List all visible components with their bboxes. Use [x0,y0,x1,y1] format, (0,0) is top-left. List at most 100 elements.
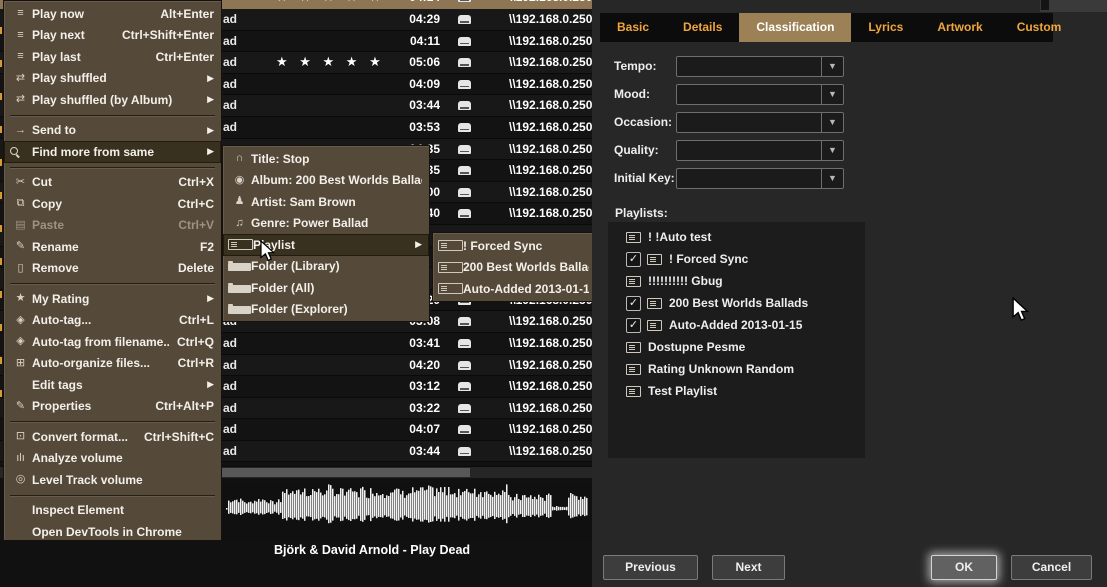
playlist-list-item[interactable]: 200 Best Worlds Ballads [608,292,865,314]
menu-item-label: Cut [32,175,170,189]
track-path: \\192.168.0.250 [509,98,592,112]
ok-button[interactable]: OK [931,555,997,580]
menu-item-label: Level Track volume [32,473,214,487]
menu-item[interactable]: Playlist ▶ [223,234,429,256]
tab[interactable]: Classification [739,13,851,42]
left-edge-tick [0,225,2,232]
menu-item[interactable]: ✎ Properties Ctrl+Alt+P [4,396,221,418]
left-edge-tick [0,60,2,67]
window-titlebar-fragment [1040,0,1107,12]
menu-item[interactable]: ★ My Rating ▶ [4,288,221,310]
track-path: \\192.168.0.250 [509,12,592,26]
menu-item[interactable]: ≡ Play now Alt+Enter [4,3,221,25]
menu-item[interactable]: Inspect Element [4,500,221,522]
chevron-down-icon[interactable]: ▼ [821,57,843,76]
dropdown-select[interactable]: ▼ [676,168,844,189]
menu-item-label: Play now [32,7,152,21]
playlist-name: Rating Unknown Random [648,362,794,376]
track-path: \\192.168.0.250 [509,336,592,350]
playlist-list-item[interactable]: !!!!!!!!!! Gbug [608,270,865,292]
checkbox[interactable] [626,296,641,311]
menu-item[interactable] [4,491,221,500]
menu-item[interactable]: ▤ Paste Ctrl+V [4,215,221,237]
menu-item[interactable]: ⧉ Copy Ctrl+C [4,193,221,215]
menu-item[interactable]: ◉ Album: 200 Best Worlds Ballads [223,170,429,192]
tab[interactable]: Custom [1000,13,1079,42]
menu-item[interactable] [4,163,221,172]
chevron-down-icon[interactable]: ▼ [821,113,843,132]
menu-item[interactable] [4,279,221,288]
menu-item[interactable]: Folder (Library) [223,256,429,278]
menu-item-label: Album: 200 Best Worlds Ballads [251,173,422,187]
next-button[interactable]: Next [712,555,785,580]
menu-item[interactable]: ♟ Artist: Sam Brown [223,191,429,213]
waveform-seekbar[interactable] [222,482,592,540]
drive-icon [458,425,471,434]
menu-item[interactable]: Open DevTools in Chrome [4,521,221,543]
chevron-down-icon[interactable]: ▼ [821,169,843,188]
previous-button[interactable]: Previous [603,555,698,580]
tab[interactable]: Basic [600,13,666,42]
menu-item[interactable]: ≡ Play next Ctrl+Shift+Enter [4,25,221,47]
menu-item[interactable]: ∩ Title: Stop [223,148,429,170]
menu-item[interactable]: ⊡ Convert format... Ctrl+Shift+C [4,426,221,448]
playlist-list-item[interactable]: Test Playlist [608,380,865,402]
track-rating[interactable]: ★ ★ ★ ★ ★ [276,0,385,5]
menu-item[interactable]: ◎ Level Track volume [4,469,221,491]
dropdown-select[interactable]: ▼ [676,84,844,105]
menu-item[interactable]: ♫ Genre: Power Ballad [223,213,429,235]
menu-item[interactable]: ◈ Auto-tag... Ctrl+L [4,310,221,332]
menu-item[interactable]: ⇄ Play shuffled (by Album) ▶ [4,89,221,111]
menu-item[interactable]: ılı Analyze volume [4,448,221,470]
checkbox[interactable] [626,318,641,333]
track-path: \\192.168.0.250 [509,185,592,199]
menu-item[interactable] [4,111,221,120]
menu-item[interactable]: ◈ Auto-tag from filename... Ctrl+Q [4,331,221,353]
dropdown-select[interactable]: ▼ [676,56,844,77]
track-duration: 03:41 [378,336,440,350]
track-rating[interactable]: ★ ★ ★ ★ ★ [276,54,385,70]
menu-item[interactable]: Auto-Added 2013-01-15 [433,278,596,300]
menu-item[interactable]: Find more from same ▶ [4,141,221,163]
field-row: Initial Key: ▼ [614,164,944,192]
playlist-list-item[interactable]: Dostupne Pesme [608,336,865,358]
checkbox[interactable] [626,252,641,267]
tab[interactable]: Artwork [920,13,999,42]
left-edge-tick [0,390,2,397]
playlist-list-item[interactable]: Auto-Added 2013-01-15 [608,314,865,336]
track-duration: 03:53 [378,120,440,134]
tab[interactable]: Lyrics [851,13,920,42]
playlist-list-item[interactable]: ! !Auto test [608,226,865,248]
chevron-down-icon[interactable]: ▼ [821,85,843,104]
dropdown-select[interactable]: ▼ [676,112,844,133]
menu-item[interactable]: Folder (All) [223,277,429,299]
track-duration: 03:22 [378,401,440,415]
folder-icon [228,285,251,293]
playlist-list-item[interactable]: Rating Unknown Random [608,358,865,380]
menu-item[interactable]: ▯ Remove Delete [4,258,221,280]
menu-item[interactable]: Folder (Explorer) [223,299,429,321]
menu-item[interactable]: 200 Best Worlds Ballads [433,257,596,279]
menu-item-label: Convert format... [32,430,136,444]
menu-item[interactable]: ⊞ Auto-organize files... Ctrl+R [4,353,221,375]
field-label: Tempo: [614,59,676,73]
submenu-arrow-icon: ▶ [204,125,214,136]
menu-item-shortcut: Ctrl+Alt+P [155,399,214,413]
chevron-down-icon[interactable]: ▼ [821,141,843,160]
cancel-button[interactable]: Cancel [1011,555,1092,580]
menu-item[interactable] [4,417,221,426]
menu-item[interactable]: ✂ Cut Ctrl+X [4,172,221,194]
menu-item[interactable]: Edit tags ▶ [4,374,221,396]
menu-item-label: Folder (Library) [251,259,422,273]
menu-item[interactable]: ≡ Play last Ctrl+Enter [4,46,221,68]
dropdown-select[interactable]: ▼ [676,140,844,161]
menu-item-label: Folder (Explorer) [251,302,422,316]
scrollbar-thumb[interactable] [222,468,470,477]
menu-item[interactable]: ⇄ Play shuffled ▶ [4,68,221,90]
tab[interactable]: Details [666,13,739,42]
playlist-list-item[interactable]: ! Forced Sync [608,248,865,270]
menu-item[interactable]: → Send to ▶ [4,120,221,142]
menu-item[interactable]: ! Forced Sync [433,235,596,257]
menu-item-label: Genre: Power Ballad [251,216,422,230]
menu-item[interactable]: ✎ Rename F2 [4,236,221,258]
